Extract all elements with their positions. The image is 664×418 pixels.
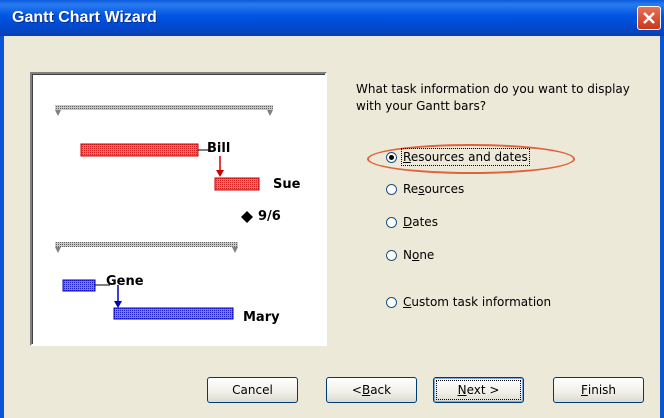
next-button-label: Next > — [436, 380, 521, 400]
label-mary: Mary — [243, 310, 280, 325]
radio-button[interactable] — [386, 296, 397, 308]
option-resources-and-dates[interactable]: Resources and dates — [386, 148, 530, 166]
label-gene: Gene — [106, 274, 144, 289]
cancel-button[interactable]: Cancel — [207, 377, 298, 403]
option-label: Dates — [403, 215, 438, 229]
gantt-preview-panel: Bill Sue 9/6 Gene Mary — [30, 72, 327, 346]
option-custom-task-information[interactable]: Custom task information — [386, 293, 551, 311]
question-text: What task information do you want to dis… — [356, 82, 630, 113]
task-bar-mary — [113, 307, 234, 320]
label-bill: Bill — [207, 141, 231, 156]
radio-button-checked[interactable] — [386, 151, 397, 163]
close-x-icon — [643, 12, 655, 24]
window-frame-right — [660, 36, 664, 418]
option-label: None — [403, 248, 435, 262]
option-resources[interactable]: Resources — [386, 180, 464, 198]
option-label: Custom task information — [403, 295, 552, 309]
cancel-button-label: Cancel — [232, 383, 273, 397]
option-label: Resources — [403, 182, 465, 196]
label-milestone-date: 9/6 — [258, 209, 281, 224]
back-button-label: < Back — [351, 383, 392, 397]
window-title: Gantt Chart Wizard — [12, 9, 157, 26]
window-frame-left — [0, 36, 4, 418]
gantt-preview-graphic — [55, 105, 273, 320]
title-bar: Gantt Chart Wizard — [0, 0, 664, 36]
summary-bar-2 — [55, 242, 238, 253]
option-label: Resources and dates — [401, 148, 530, 166]
radio-button[interactable] — [386, 249, 397, 261]
task-bar-sue — [214, 177, 260, 191]
dependency-arrow-red — [216, 156, 224, 177]
back-button[interactable]: < Back — [326, 377, 417, 403]
finish-button[interactable]: Finish — [553, 377, 644, 403]
close-button[interactable] — [637, 6, 661, 30]
summary-bar-1 — [55, 105, 273, 116]
label-sue: Sue — [273, 177, 301, 192]
next-button[interactable]: Next > — [433, 377, 524, 403]
finish-button-label: Finish — [580, 383, 617, 397]
radio-button[interactable] — [386, 216, 397, 228]
task-bar-gene — [62, 279, 96, 292]
option-none[interactable]: None — [386, 246, 434, 264]
option-dates[interactable]: Dates — [386, 213, 438, 231]
diamond-icon — [241, 211, 253, 223]
radio-button[interactable] — [386, 183, 397, 195]
task-bar-bill — [80, 143, 199, 157]
